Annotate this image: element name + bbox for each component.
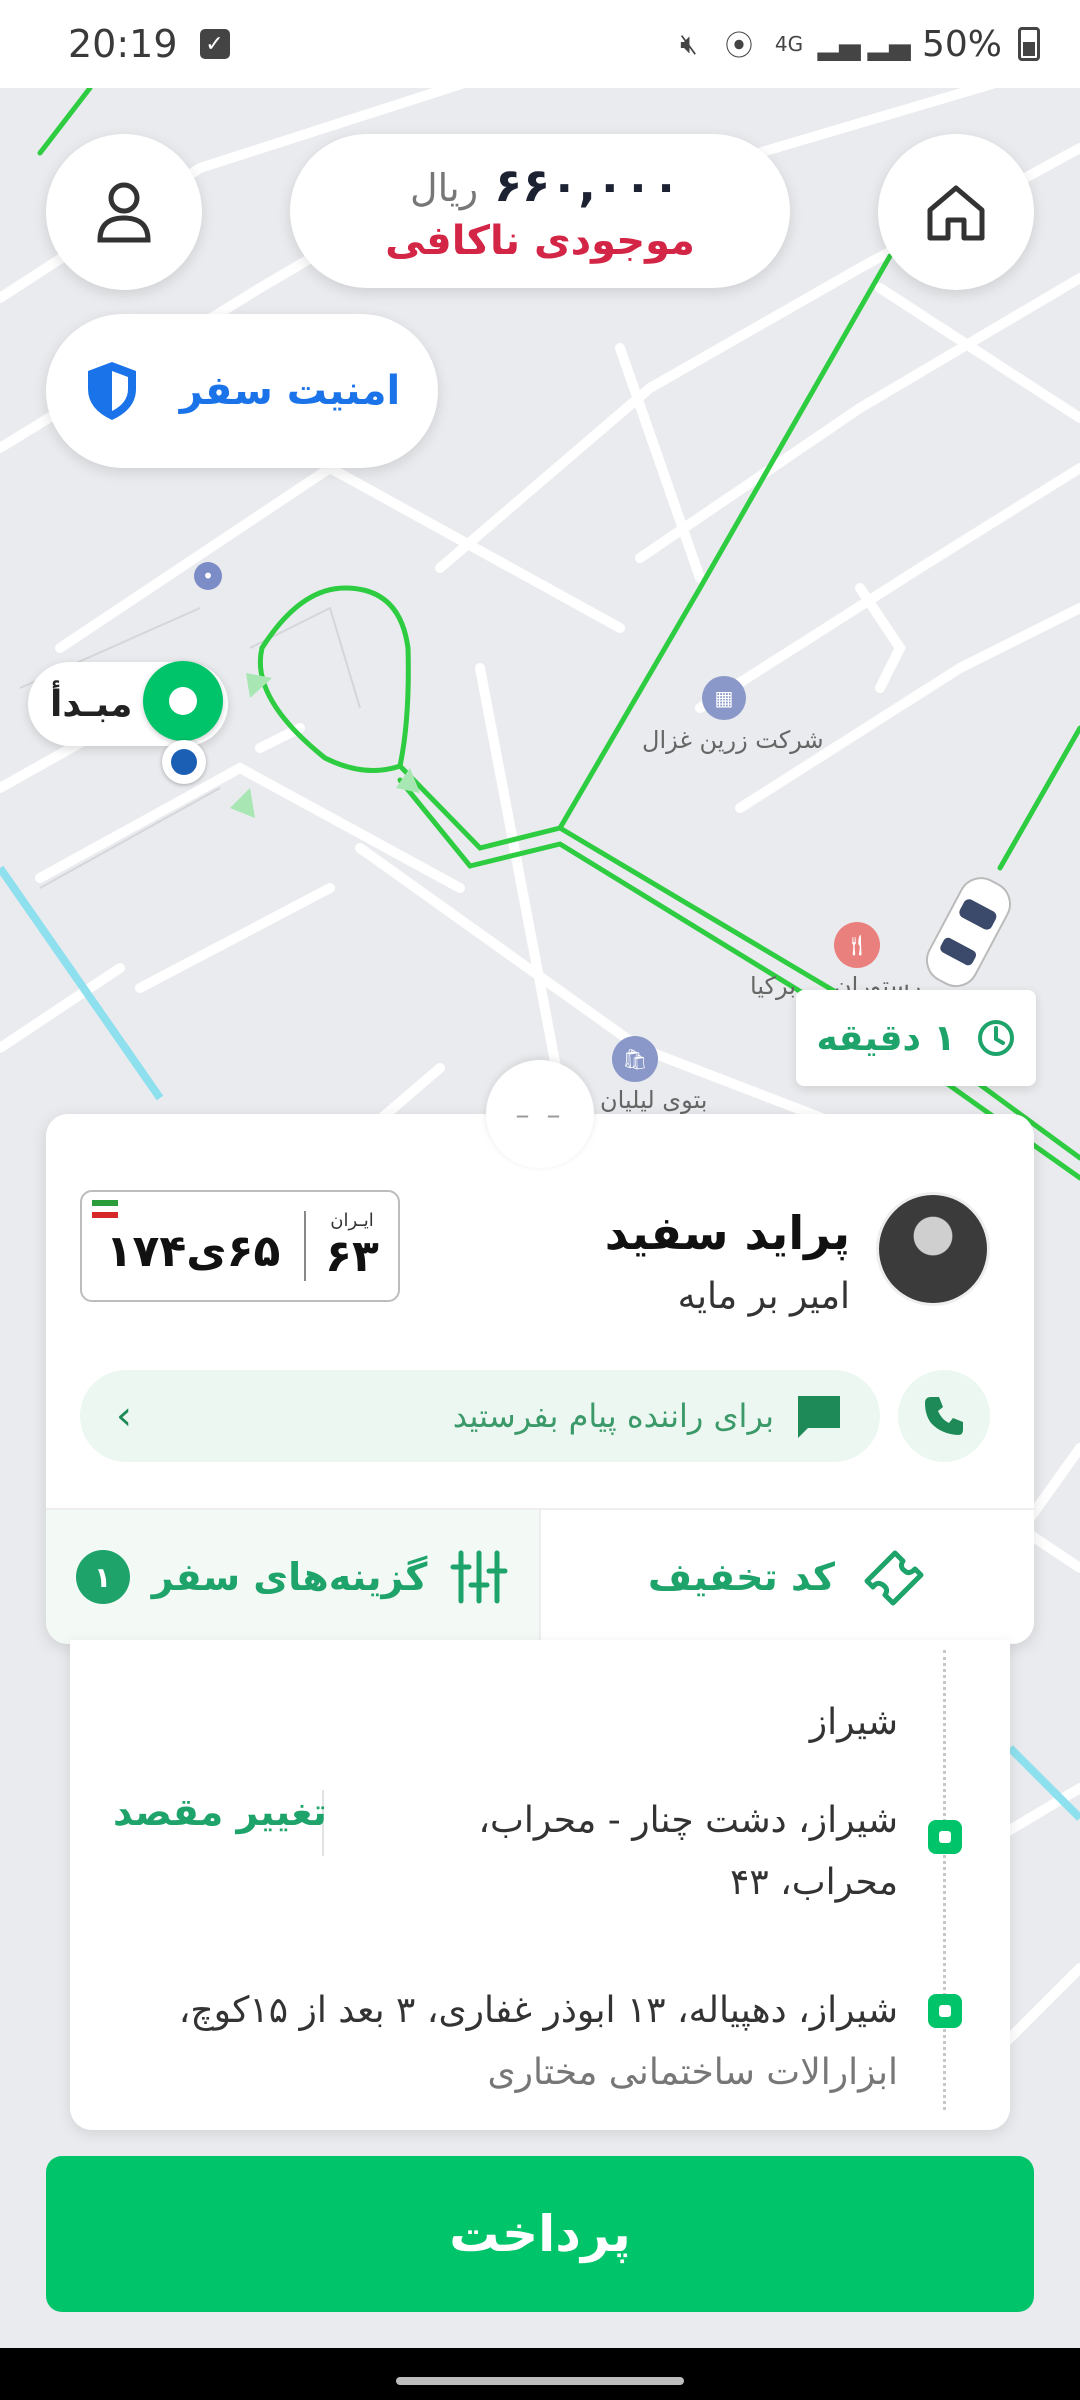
clock-icon bbox=[977, 1020, 1014, 1056]
sheet-handle[interactable]: – – bbox=[486, 1060, 594, 1168]
sheet-handle-label: – – bbox=[515, 1097, 565, 1131]
plate-region-label: ایـران bbox=[330, 1210, 374, 1231]
poi-shop-icon[interactable]: 🛍︎ bbox=[612, 1036, 658, 1082]
mute-icon: 🔇︎ bbox=[680, 27, 698, 60]
trip-options-count: ۱ bbox=[75, 1550, 130, 1604]
signal-icon: ▂▄ bbox=[817, 27, 861, 61]
status-left: 20:19 ✓ bbox=[68, 22, 230, 66]
origin-address[interactable]: شیراز bbox=[810, 1692, 898, 1754]
destination-2-line2: ابزارالات ساختمانی مختاری bbox=[487, 2052, 898, 2093]
current-location-marker bbox=[162, 740, 206, 784]
network-4g-icon: 4G bbox=[774, 32, 804, 56]
balance-status: موجودی ناکافی bbox=[385, 218, 695, 264]
balance-currency: ریال bbox=[409, 166, 479, 210]
gesture-handle[interactable] bbox=[396, 2377, 684, 2385]
change-destination-button[interactable]: تغییر مقصد bbox=[100, 1790, 340, 1834]
plate-region: ایـران ۶۳ bbox=[306, 1210, 398, 1282]
system-nav-bar bbox=[0, 2348, 1080, 2400]
trip-options-label: گزینه‌های سفر bbox=[151, 1555, 428, 1599]
destination-2-address[interactable]: شیراز، دهپیاله، ۱۳ ابوذر غفاری، ۳ بعد از… bbox=[179, 1980, 898, 2104]
sliders-icon bbox=[450, 1550, 508, 1604]
origin-marker[interactable] bbox=[143, 661, 223, 741]
origin-address-tail: شیراز bbox=[809, 1702, 898, 1743]
poi-company-label[interactable]: شرکت زرین غزال bbox=[642, 726, 824, 754]
destination-2-marker bbox=[928, 1994, 962, 2028]
home-button[interactable] bbox=[878, 134, 1034, 290]
destination-1-marker bbox=[928, 1820, 962, 1854]
user-icon bbox=[97, 182, 151, 243]
profile-button[interactable] bbox=[46, 134, 202, 290]
trip-safety-button[interactable]: امنیت سفر bbox=[46, 314, 438, 468]
eta-badge: ۱ دقیقه bbox=[796, 990, 1036, 1086]
battery-icon bbox=[1018, 27, 1040, 61]
wallet-balance[interactable]: ۶۶۰,۰۰۰ ریال موجودی ناکافی bbox=[290, 134, 790, 288]
destination-1-line2: محراب، ۴۳ bbox=[729, 1862, 898, 1903]
battery-percent: 50% bbox=[921, 23, 1002, 65]
driver-card-footer: گزینه‌های سفر ۱ کد تخفیف bbox=[46, 1508, 1034, 1644]
license-plate: ۶۵ی۱۷۴ ایـران ۶۳ bbox=[80, 1190, 400, 1302]
iran-flag-icon bbox=[92, 1200, 118, 1218]
ticket-icon bbox=[864, 1550, 924, 1606]
clock: 20:19 bbox=[68, 22, 178, 66]
trip-options-button[interactable]: گزینه‌های سفر ۱ bbox=[46, 1510, 541, 1644]
route-connector bbox=[943, 1650, 946, 2110]
route-addresses: شیراز شیراز، دشت چنار - محراب، محراب، ۴۳… bbox=[70, 1640, 1010, 2130]
driver-name: امیر بر مایه bbox=[677, 1276, 850, 1317]
discount-code-button[interactable]: کد تخفیف bbox=[541, 1510, 1034, 1644]
destination-1-line1: شیراز، دشت چنار - محراب، bbox=[478, 1800, 898, 1841]
shield-icon bbox=[87, 362, 136, 420]
balance-amount: ۶۶۰,۰۰۰ ریال bbox=[400, 158, 680, 212]
checkbox-notification-icon: ✓ bbox=[199, 29, 230, 59]
poi-company-icon[interactable]: ▦ bbox=[702, 676, 746, 720]
pay-button[interactable]: پرداخت bbox=[46, 2156, 1034, 2312]
status-bar: 20:19 ✓ 🔇︎ ⦿ 4G ▂▄ ▂▄ 50% bbox=[0, 0, 1080, 88]
message-driver-button[interactable]: ‹ برای راننده پیام بفرستید bbox=[80, 1370, 880, 1462]
location-icon: ⦿ bbox=[724, 29, 753, 62]
message-driver-content: برای راننده پیام بفرستید bbox=[453, 1392, 844, 1440]
destination-2-line1: شیراز، دهپیاله، ۱۳ ابوذر غفاری، ۳ بعد از… bbox=[178, 1990, 898, 2031]
car-model: پراید سفید bbox=[604, 1206, 850, 1260]
poi-restaurant-icon[interactable]: 🍴︎ bbox=[834, 922, 880, 968]
origin-label: مبـدأ bbox=[50, 683, 133, 725]
call-driver-button[interactable] bbox=[898, 1370, 990, 1462]
poi-shop-label[interactable]: بتوی لیلیان bbox=[600, 1086, 707, 1114]
destination-1-address[interactable]: شیراز، دشت چنار - محراب، محراب، ۴۳ bbox=[478, 1790, 898, 1914]
chat-icon bbox=[798, 1396, 840, 1438]
plate-number: ۶۵ی۱۷۴ bbox=[105, 1225, 281, 1277]
phone-icon bbox=[925, 1397, 963, 1435]
signal-2-icon: ▂▄ bbox=[867, 27, 911, 61]
eta-label: ۱ دقیقه bbox=[816, 1017, 956, 1059]
plate-region-code: ۶۳ bbox=[325, 1231, 379, 1282]
discount-code-label: کد تخفیف bbox=[647, 1555, 836, 1599]
driver-avatar bbox=[876, 1192, 990, 1306]
driver-card: پراید سفید امیر بر مایه ۶۵ی۱۷۴ ایـران ۶۳… bbox=[46, 1114, 1034, 1644]
balance-value: ۶۶۰,۰۰۰ bbox=[494, 158, 681, 212]
status-right: 🔇︎ ⦿ 4G ▂▄ ▂▄ 50% bbox=[672, 24, 1040, 65]
trip-safety-label: امنیت سفر bbox=[179, 368, 401, 414]
home-icon bbox=[927, 185, 985, 241]
message-driver-label: برای راننده پیام بفرستید bbox=[452, 1397, 774, 1435]
poi-pin-small[interactable]: • bbox=[194, 562, 222, 590]
chevron-left-icon: ‹ bbox=[116, 1393, 132, 1439]
